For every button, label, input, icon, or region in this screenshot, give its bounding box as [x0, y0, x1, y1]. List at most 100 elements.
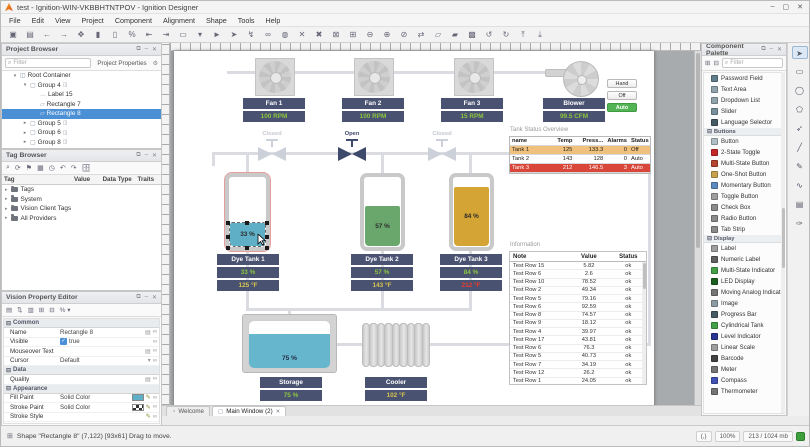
tree-item-group4[interactable]: ▾ ▢ Group 4 ◲ — [2, 81, 161, 91]
save-icon[interactable]: ▣ — [7, 30, 19, 39]
provider-icon[interactable]: 🗄 — [82, 164, 91, 172]
link-icon[interactable]: ∞ — [262, 30, 274, 39]
information-row[interactable]: Test Row 17 43.81 ok — [510, 336, 646, 344]
close-panel-icon[interactable]: ✕ — [152, 46, 157, 53]
tree-item-group6[interactable]: ▸ ▢ Group 6 ◲ — [2, 128, 161, 138]
resize-handle[interactable] — [245, 246, 249, 250]
visible-checkbox[interactable]: ✓ — [60, 338, 67, 345]
fill-color-swatch[interactable] — [132, 394, 144, 401]
palette-section-buttons[interactable]: ⊟ Buttons — [704, 128, 784, 136]
section-common[interactable]: ⊟Common — [4, 319, 159, 328]
dye-tank3-graphic[interactable]: 84 % — [449, 173, 494, 251]
palette-item[interactable]: Multi-State Indicator — [704, 265, 784, 276]
pointer-icon[interactable]: ➤ — [228, 30, 240, 39]
binding-icon[interactable]: ∞ — [153, 339, 157, 345]
tree-item-button[interactable]: ▭ Button — [2, 147, 161, 148]
minimize-panel-icon[interactable]: – — [145, 152, 148, 159]
tank-status-row-tank2[interactable]: Tank 2143 1280 Auto — [510, 155, 650, 164]
menu-item[interactable]: Component — [115, 16, 152, 25]
tank-status-row-tank1[interactable]: Tank 1125 133.30 Off — [510, 146, 650, 155]
expander-icon[interactable]: ▸ — [5, 215, 8, 221]
grid-icon[interactable]: ⊞ — [347, 30, 359, 39]
pattern-icon[interactable]: ▩ — [466, 30, 478, 39]
off-button[interactable]: Off — [607, 91, 637, 100]
palette-item[interactable]: Label — [704, 243, 784, 254]
palette-item[interactable]: Moving Analog Indicat... — [704, 287, 784, 298]
dropdown-icon[interactable]: ▾ — [194, 30, 206, 39]
select-cursor-icon[interactable]: ➤ — [792, 46, 808, 59]
expand-icon[interactable]: ✕ — [296, 30, 308, 39]
stroke-color-swatch[interactable] — [132, 404, 144, 411]
expander-icon[interactable]: ▸ — [22, 139, 28, 145]
resize-handle[interactable] — [245, 221, 249, 225]
binding-icon[interactable]: ∞ — [153, 414, 157, 420]
close-tab-icon[interactable]: ✕ — [276, 409, 281, 415]
expand-all-icon[interactable]: ⊞ — [39, 306, 44, 314]
palette-filter-input[interactable]: ⌕ Filter — [722, 58, 783, 68]
translate-icon[interactable]: ✥ — [75, 30, 87, 39]
expander-icon[interactable]: ▸ — [5, 187, 8, 193]
zoom-out-icon[interactable]: ⊖ — [364, 30, 376, 39]
tree-item-rectangle7[interactable]: ▱ Rectangle 7 — [2, 100, 161, 110]
blower-graphic[interactable] — [563, 61, 599, 97]
table-icon[interactable]: ▦ — [145, 423, 151, 424]
palette-item[interactable]: Barcode — [704, 353, 784, 364]
tree-item-rectangle8-selected[interactable]: ▱ Rectangle 8 — [2, 109, 161, 119]
information-row[interactable]: Test Row 12 26.2 ok — [510, 369, 646, 377]
zoom-in-icon[interactable]: ⊕ — [381, 30, 393, 39]
tag-folder-row[interactable]: ▸ System — [2, 195, 161, 205]
palette-layout-icon[interactable]: ⊞ — [705, 59, 710, 67]
palette-item[interactable]: Thermometer — [704, 386, 784, 397]
palette-item[interactable]: 2-State Toggle — [704, 147, 784, 158]
pencil-tool-icon[interactable]: ✎ — [792, 160, 808, 173]
tank-status-row-tank3[interactable]: Tank 3212 146.53 Auto — [510, 164, 650, 173]
information-row[interactable]: Test Row 7 34.19 ok — [510, 361, 646, 369]
palette-item[interactable]: Toggle Button — [704, 191, 784, 202]
palette-item[interactable]: Meter — [704, 364, 784, 375]
expander-icon[interactable]: ▸ — [5, 206, 8, 212]
sort-icon[interactable]: ⇅ — [17, 306, 22, 314]
browse-devices-icon[interactable]: ▦ — [37, 164, 44, 172]
information-row[interactable]: Test Row 5 40.73 ok — [510, 353, 646, 361]
pencil-icon[interactable]: ✎ — [146, 394, 151, 401]
collapse-icon[interactable]: ⊟ — [707, 236, 712, 242]
binding-icon[interactable]: ∞ — [153, 395, 157, 401]
menu-item[interactable]: Tools — [238, 16, 255, 25]
fan3-graphic[interactable] — [454, 58, 494, 96]
information-row[interactable]: Test Row 8 74.57 ok — [510, 312, 646, 320]
prop-row-stroke-paint[interactable]: Stroke Paint Solid Color ✎∞ — [4, 403, 159, 413]
history-icon[interactable]: ◷ — [49, 164, 55, 172]
menu-item[interactable]: Edit — [32, 16, 44, 25]
lower-icon[interactable]: ⤓ — [534, 30, 546, 40]
resize-handle[interactable] — [265, 246, 269, 250]
prop-row-stroke-style[interactable]: Stroke Style ✎∞ — [4, 413, 159, 423]
binding-icon[interactable]: ∞ — [153, 358, 157, 364]
menu-item[interactable]: View — [55, 16, 70, 25]
close-panel-icon[interactable]: ✕ — [152, 294, 157, 301]
minimize-button[interactable]: – — [771, 3, 775, 11]
fan1-graphic[interactable] — [255, 58, 295, 96]
collapse-icon[interactable]: ⊟ — [6, 367, 11, 374]
palette-item[interactable]: Progress Bar — [704, 309, 784, 320]
tree-item-label15[interactable]: … Label 15 — [2, 90, 161, 100]
fill-icon[interactable]: ▰ — [449, 30, 461, 39]
information-row[interactable]: Test Row 9 18.12 ok — [510, 320, 646, 328]
close-panel-icon[interactable]: ✕ — [777, 46, 782, 53]
information-scrollbar[interactable] — [642, 262, 646, 384]
expander-icon[interactable]: ▸ — [22, 120, 28, 126]
menu-item[interactable]: Shape — [206, 16, 227, 25]
collapse-icon[interactable]: ⊟ — [707, 129, 712, 135]
filter-props-icon[interactable]: ▥ — [28, 306, 34, 314]
prop-row-mouseover[interactable]: Mouseover Text ▤∞ — [4, 347, 159, 357]
zoom-reset-icon[interactable]: ⊘ — [398, 30, 410, 39]
rotate-cw-icon[interactable]: ↻ — [500, 30, 512, 39]
menu-item[interactable]: Alignment — [163, 16, 195, 25]
tag-folder-row[interactable]: ▸ All Providers — [2, 214, 161, 224]
export-icon[interactable]: ▤ — [24, 30, 36, 39]
binding-icon[interactable]: ∞ — [153, 423, 157, 424]
rotate-ccw-icon[interactable]: ↺ — [483, 30, 495, 39]
shape-icon[interactable]: ▱ — [432, 30, 444, 39]
main-window-design-surface[interactable]: Fan 1 100 RPM Fan 2 100 RPM Fan 3 15 RPM… — [174, 51, 654, 411]
dropdown-arrow-icon[interactable]: ▾ — [148, 357, 151, 364]
tree-item-group5[interactable]: ▸ ▢ Group 5 ◲ — [2, 119, 161, 129]
